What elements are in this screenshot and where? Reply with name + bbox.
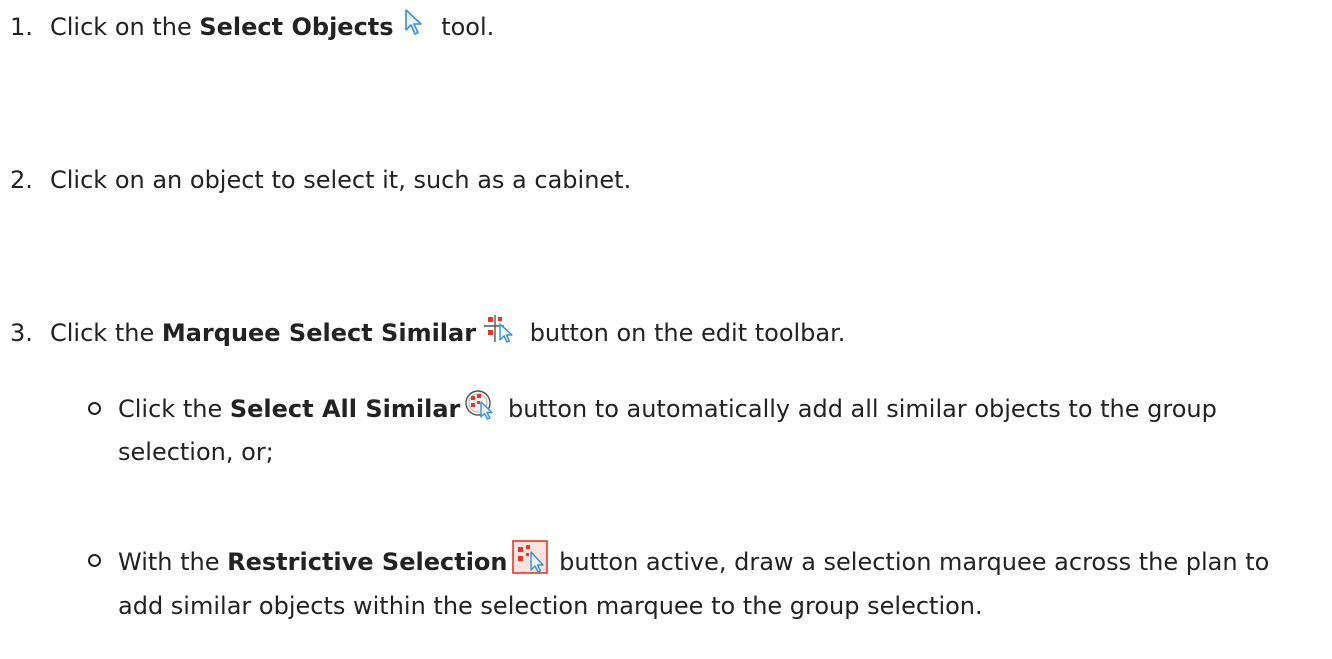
step-text-end: tool. — [433, 13, 495, 41]
tool-name: Marquee Select Similar — [161, 319, 477, 347]
tool-name: Select Objects — [199, 13, 394, 41]
step-text: Click on an object to select it, such as… — [50, 166, 632, 194]
substep-text: Click the — [118, 395, 230, 423]
substep-text: With the — [118, 548, 228, 576]
step-number: 1. — [10, 13, 33, 41]
substep-select-all-similar: Click the Select All Similar button to a… — [88, 388, 1318, 472]
tool-name: Select All Similar — [229, 395, 461, 423]
step-text: Click on the — [50, 13, 200, 41]
step-text-end: button on the edit toolbar. — [522, 319, 846, 347]
step-3: 3. Click the Marquee Select Similar butto… — [10, 312, 845, 356]
marquee-select-similar-icon — [482, 312, 516, 356]
step-number: 2. — [10, 166, 33, 194]
step-1: 1. Click on the Select Objects tool. — [10, 6, 494, 50]
bullet-icon — [88, 402, 101, 415]
select-objects-cursor-icon — [400, 6, 428, 50]
select-all-similar-icon — [464, 388, 496, 432]
bullet-icon — [88, 554, 101, 567]
tool-name: Restrictive Selection — [227, 548, 508, 576]
step-number: 3. — [10, 319, 33, 347]
step-2: 2. Click on an object to select it, such … — [10, 160, 631, 200]
substep-restrictive-selection: With the Restrictive Selection button ac… — [88, 540, 1318, 626]
step-text: Click the — [50, 319, 162, 347]
restrictive-selection-icon — [511, 540, 548, 586]
